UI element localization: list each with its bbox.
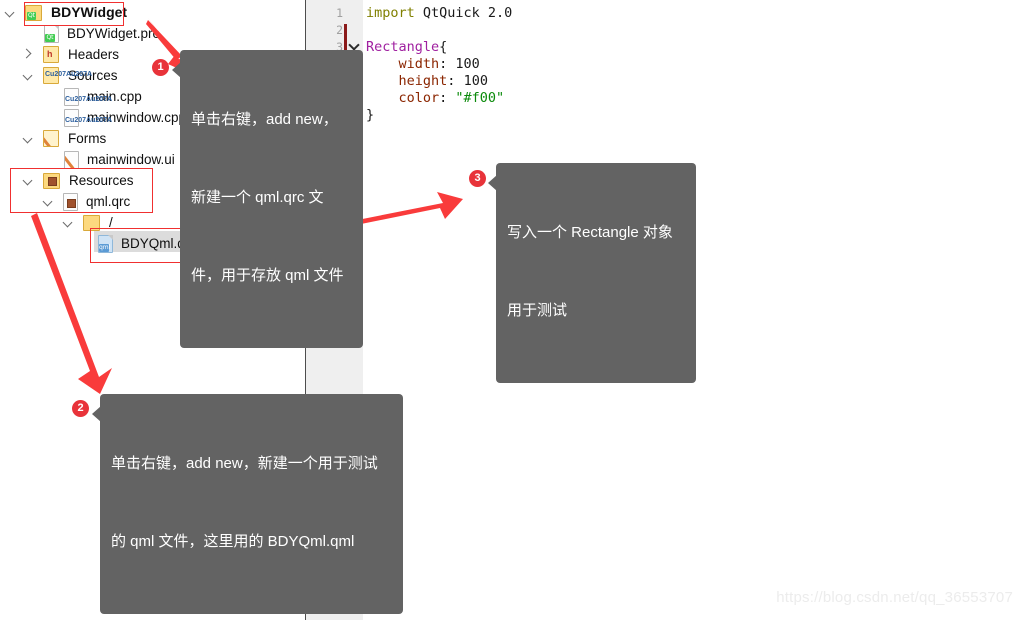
chevron-down-icon[interactable]	[22, 132, 35, 145]
callout-badge-1: 1	[152, 59, 169, 76]
code-line: color: "#f00"	[398, 90, 505, 106]
line-number: 1	[336, 6, 343, 20]
tree-row-headers[interactable]: Headers	[0, 44, 119, 65]
callout-line: 新建一个 qml.qrc 文	[191, 189, 324, 206]
headers-folder-icon	[43, 46, 59, 63]
callout-badge-3: 3	[469, 170, 486, 187]
tree-row-label: mainwindow.ui	[87, 152, 175, 167]
callout-line: 的 qml 文件，这里用的 BDYQml.qml	[111, 533, 355, 550]
callout-line: 用于测试	[507, 302, 568, 319]
code-line: }	[366, 107, 375, 123]
chevron-down-icon[interactable]	[22, 69, 35, 82]
cpp-file-icon	[64, 87, 112, 106]
callout-box-1: 单击右键，add new， 新建一个 qml.qrc 文 件，用于存放 qml …	[172, 50, 363, 348]
ui-file-icon	[64, 150, 79, 169]
csdn-watermark: https://blog.csdn.net/qq_36553707	[776, 589, 1013, 606]
chevron-right-icon[interactable]	[22, 48, 35, 61]
code-line: Rectangle{	[366, 39, 448, 55]
annotation-rect-resources	[10, 168, 153, 213]
tree-row-label: Headers	[68, 47, 120, 62]
screenshot-root: BDYWidget Qt BDYWidget.pro Headers Sourc…	[0, 0, 1027, 620]
tree-row-forms[interactable]: Forms	[0, 128, 106, 149]
chevron-down-icon[interactable]	[4, 6, 17, 19]
callout-line: 写入一个 Rectangle 对象	[507, 224, 673, 241]
line-number: 2	[336, 23, 343, 37]
tree-row-sources[interactable]: Sources	[0, 65, 118, 86]
callout-badge-2: 2	[72, 400, 89, 417]
annotation-rect-bdywidget	[24, 2, 124, 26]
code-line: import QtQuick 2.0	[366, 5, 513, 21]
callout-line: 单击右键，add new，	[191, 111, 338, 128]
sources-folder-icon	[43, 67, 92, 84]
tree-row-bdywidget-pro[interactable]: Qt BDYWidget.pro	[0, 23, 160, 44]
chevron-down-icon[interactable]	[62, 216, 75, 229]
tree-row-label: BDYWidget.pro	[67, 26, 161, 41]
tree-row-main-cpp[interactable]: main.cpp	[0, 86, 142, 107]
callout-line: 件，用于存放 qml 文件	[191, 267, 344, 284]
tree-row-mainwindow-cpp[interactable]: mainwindow.cpp	[0, 107, 186, 128]
callout-box-2: 单击右键，add new，新建一个用于测试 的 qml 文件，这里用的 BDYQ…	[92, 394, 403, 614]
tree-row-mainwindow-ui[interactable]: mainwindow.ui	[0, 149, 175, 170]
forms-folder-icon	[43, 130, 59, 147]
callout-box-3: 写入一个 Rectangle 对象 用于测试	[488, 163, 696, 383]
tree-row-label: Forms	[68, 131, 107, 146]
code-line: height: 100	[398, 73, 488, 89]
callout-line: 单击右键，add new，新建一个用于测试	[111, 455, 378, 472]
code-line: width: 100	[398, 56, 480, 72]
cpp-file-icon	[64, 108, 112, 127]
qt-pro-file-icon: Qt	[44, 24, 59, 43]
annotation-rect-bdyqml	[90, 228, 193, 263]
